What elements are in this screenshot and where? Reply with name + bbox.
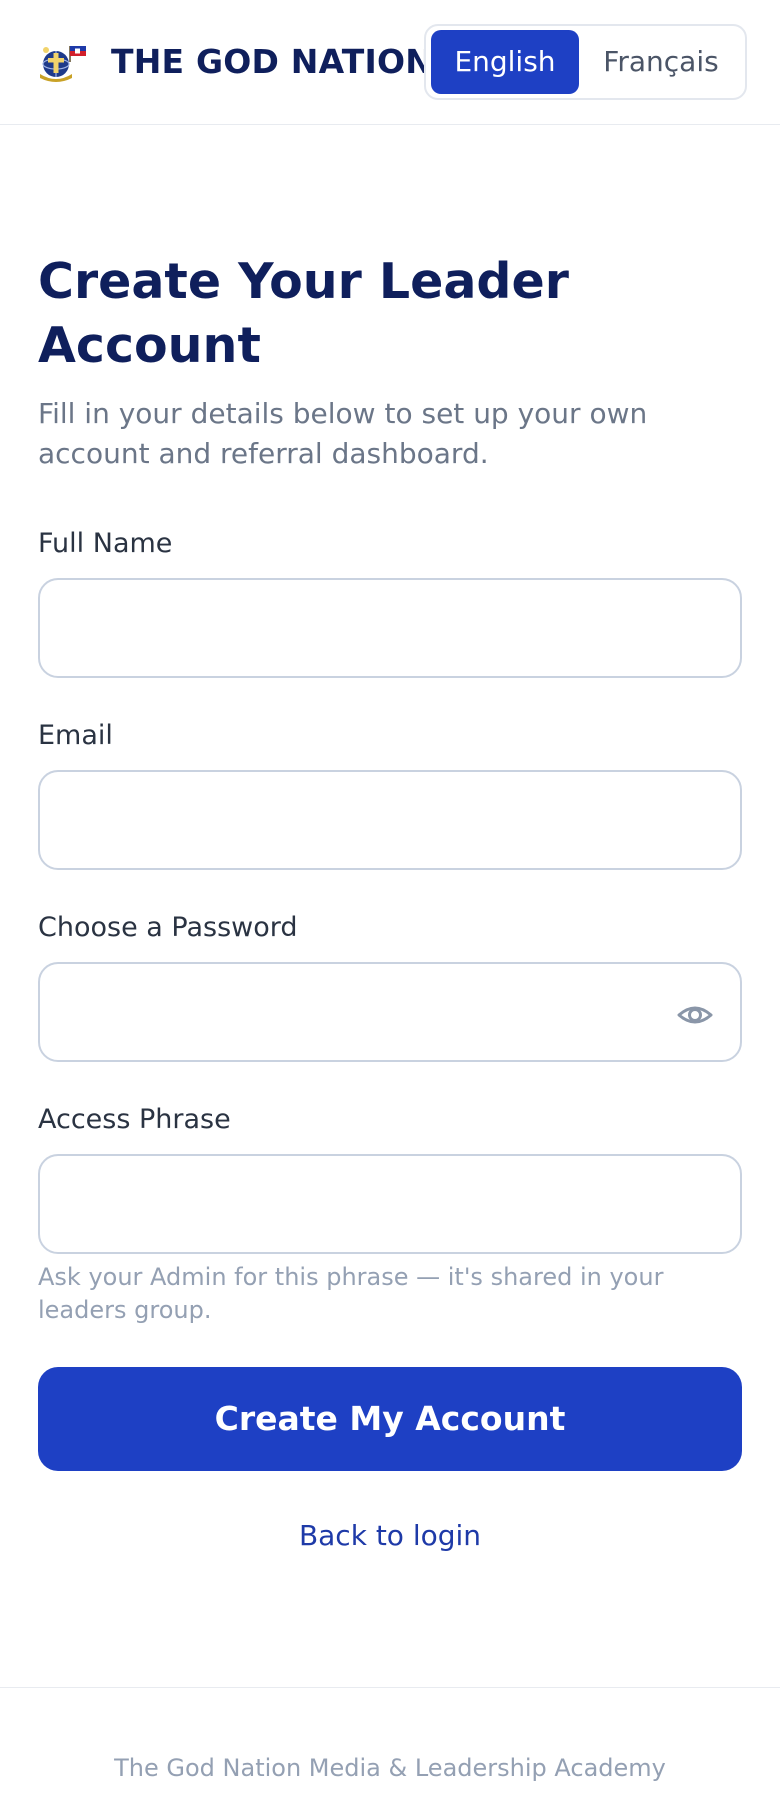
access-phrase-input[interactable]: [38, 1154, 742, 1254]
form-intro: Create Your Leader Account Fill in your …: [38, 250, 742, 474]
email-label: Email: [38, 720, 113, 751]
language-english-button[interactable]: English: [431, 30, 579, 94]
back-to-login-link[interactable]: Back to login: [0, 1516, 780, 1556]
language-switcher: English Français: [424, 24, 747, 100]
password-input[interactable]: [38, 962, 742, 1062]
signup-page: THE GOD NATION English Français Create Y…: [0, 0, 780, 1816]
footer: The God Nation Media & Leadership Academ…: [0, 1687, 780, 1816]
full-name-label: Full Name: [38, 528, 173, 559]
eye-icon[interactable]: [673, 993, 717, 1037]
brand-name: THE GOD NATION: [111, 42, 434, 81]
footer-text: The God Nation Media & Leadership Academ…: [114, 1754, 666, 1782]
access-phrase-label: Access Phrase: [38, 1104, 231, 1135]
top-header: THE GOD NATION English Français: [0, 0, 780, 125]
access-phrase-hint: Ask your Admin for this phrase — it's sh…: [38, 1263, 664, 1324]
language-french-button[interactable]: Français: [583, 30, 739, 94]
god-nation-logo-icon: [36, 40, 92, 84]
email-input[interactable]: [38, 770, 742, 870]
page-title: Create Your Leader Account: [38, 253, 569, 374]
create-account-button[interactable]: Create My Account: [38, 1367, 742, 1471]
full-name-input[interactable]: [38, 578, 742, 678]
page-subtitle: Fill in your details below to set up you…: [38, 397, 648, 470]
password-label: Choose a Password: [38, 912, 298, 943]
